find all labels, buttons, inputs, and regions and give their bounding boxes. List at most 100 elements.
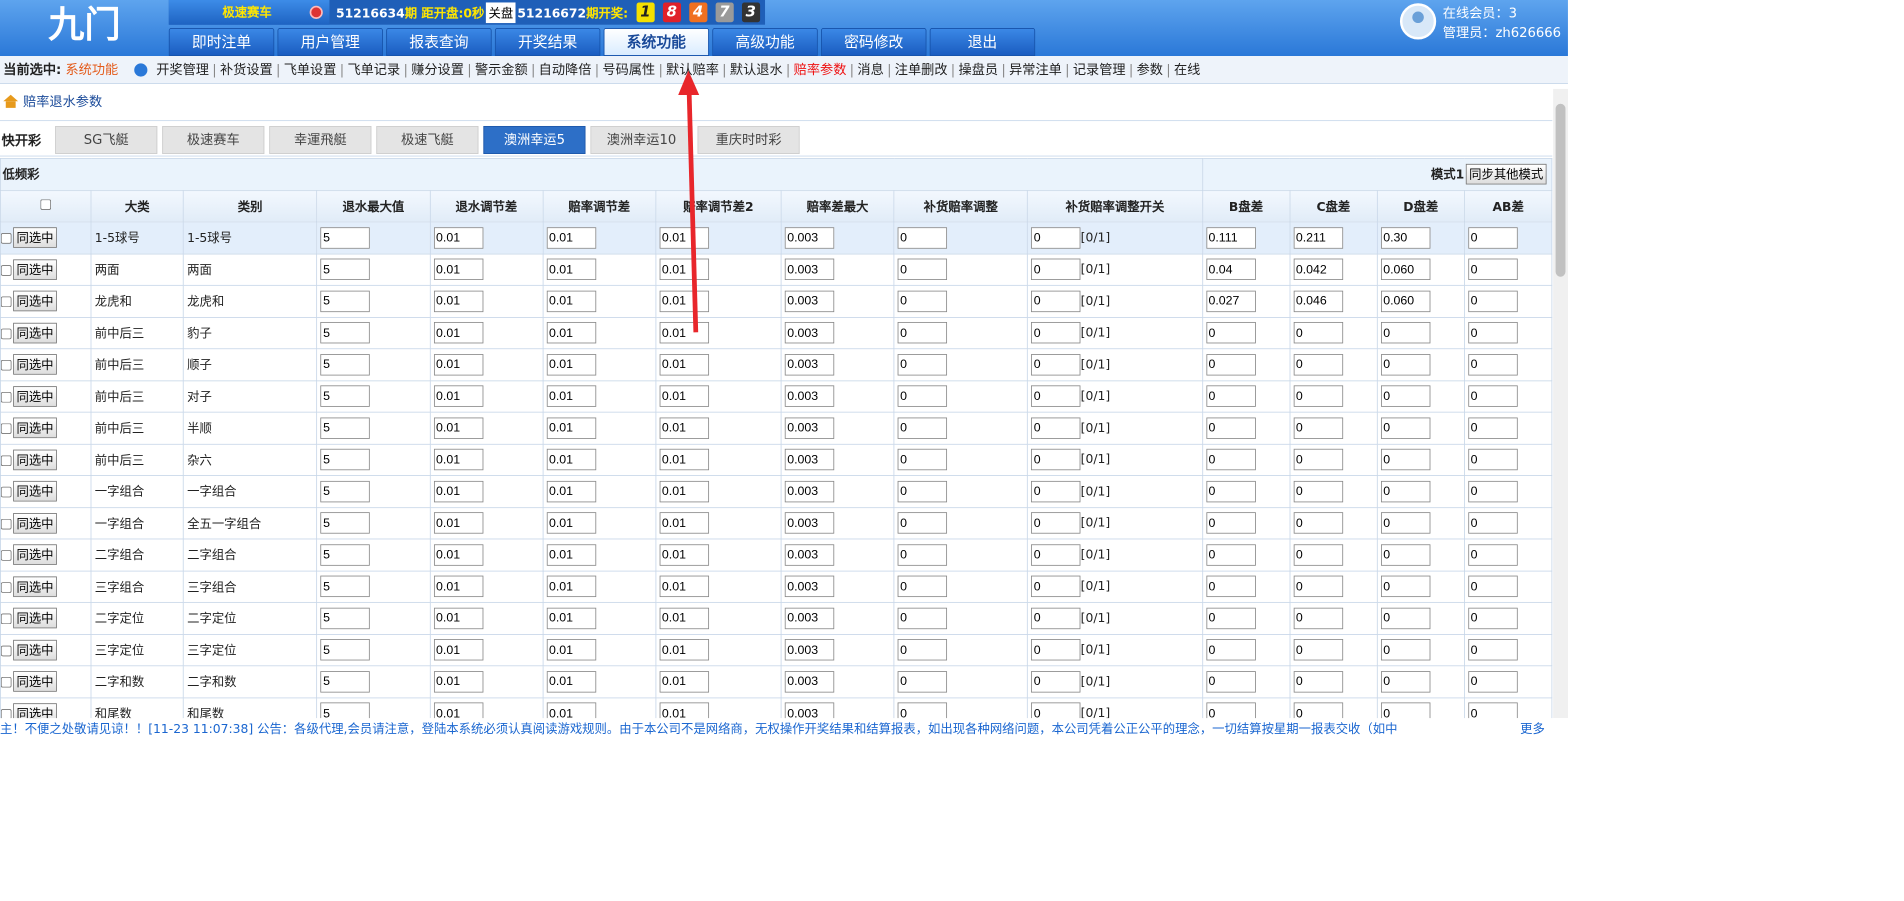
value-input[interactable] bbox=[784, 417, 835, 439]
same-select-button[interactable]: 同选中 bbox=[13, 576, 57, 597]
value-input[interactable] bbox=[320, 639, 371, 661]
value-input[interactable] bbox=[659, 670, 709, 693]
value-input[interactable] bbox=[1380, 290, 1431, 312]
value-input[interactable] bbox=[546, 670, 596, 693]
value-input[interactable] bbox=[1380, 575, 1431, 598]
value-input[interactable] bbox=[659, 417, 709, 439]
subnav-item[interactable]: 飞单记录 bbox=[347, 62, 400, 78]
value-input[interactable] bbox=[784, 258, 835, 281]
value-input[interactable] bbox=[784, 449, 835, 471]
row-checkbox[interactable] bbox=[1, 455, 12, 466]
value-input[interactable] bbox=[659, 227, 709, 249]
value-input[interactable] bbox=[433, 227, 483, 249]
value-input[interactable] bbox=[1206, 417, 1256, 439]
value-input[interactable] bbox=[1031, 544, 1081, 566]
value-input[interactable] bbox=[1031, 639, 1081, 661]
row-checkbox[interactable] bbox=[1, 645, 12, 657]
same-select-button[interactable]: 同选中 bbox=[13, 417, 57, 439]
same-select-button[interactable]: 同选中 bbox=[13, 544, 57, 566]
subnav-item[interactable]: 记录管理 bbox=[1073, 62, 1126, 78]
value-input[interactable] bbox=[433, 449, 483, 471]
value-input[interactable] bbox=[897, 512, 948, 534]
value-input[interactable] bbox=[1031, 322, 1081, 344]
value-input[interactable] bbox=[1293, 480, 1343, 503]
value-input[interactable] bbox=[1293, 385, 1343, 408]
value-input[interactable] bbox=[1206, 385, 1256, 408]
value-input[interactable] bbox=[897, 449, 948, 471]
value-input[interactable] bbox=[320, 575, 371, 598]
value-input[interactable] bbox=[546, 258, 596, 281]
value-input[interactable] bbox=[1380, 322, 1431, 344]
same-select-button[interactable]: 同选中 bbox=[13, 259, 57, 280]
value-input[interactable] bbox=[1468, 290, 1518, 312]
subnav-item[interactable]: 飞单设置 bbox=[284, 62, 337, 78]
vertical-scrollbar[interactable] bbox=[1553, 88, 1568, 719]
tab-3[interactable]: 开奖结果 bbox=[494, 27, 601, 56]
lottery-tab[interactable]: 重庆时时彩 bbox=[697, 125, 800, 154]
value-input[interactable] bbox=[784, 607, 835, 629]
value-input[interactable] bbox=[1031, 258, 1081, 281]
value-input[interactable] bbox=[1031, 480, 1081, 503]
value-input[interactable] bbox=[1380, 544, 1431, 566]
scrollbar-thumb[interactable] bbox=[1555, 103, 1566, 277]
value-input[interactable] bbox=[320, 417, 371, 439]
value-input[interactable] bbox=[784, 385, 835, 408]
same-select-button[interactable]: 同选中 bbox=[13, 449, 57, 471]
same-select-button[interactable]: 同选中 bbox=[13, 639, 57, 661]
value-input[interactable] bbox=[659, 449, 709, 471]
value-input[interactable] bbox=[433, 385, 483, 408]
value-input[interactable] bbox=[1468, 353, 1518, 376]
tab-6[interactable]: 密码修改 bbox=[821, 27, 927, 56]
value-input[interactable] bbox=[897, 670, 948, 693]
value-input[interactable] bbox=[659, 512, 709, 534]
value-input[interactable] bbox=[1031, 670, 1081, 693]
value-input[interactable] bbox=[1380, 449, 1431, 471]
subnav-item[interactable]: 补货设置 bbox=[220, 62, 273, 78]
same-select-button[interactable]: 同选中 bbox=[13, 290, 57, 312]
value-input[interactable] bbox=[1468, 258, 1518, 281]
value-input[interactable] bbox=[897, 353, 948, 376]
tab-5[interactable]: 高级功能 bbox=[712, 27, 818, 56]
value-input[interactable] bbox=[1293, 322, 1343, 344]
subnav-item[interactable]: 默认退水 bbox=[730, 62, 783, 78]
row-checkbox[interactable] bbox=[1, 550, 12, 562]
row-checkbox[interactable] bbox=[1, 233, 12, 244]
value-input[interactable] bbox=[1380, 607, 1431, 629]
value-input[interactable] bbox=[1293, 417, 1343, 439]
subnav-item[interactable]: 注单删改 bbox=[895, 62, 948, 78]
value-input[interactable] bbox=[1468, 385, 1518, 408]
value-input[interactable] bbox=[659, 258, 709, 281]
subnav-item[interactable]: 自动降倍 bbox=[539, 62, 592, 78]
value-input[interactable] bbox=[1380, 480, 1431, 503]
value-input[interactable] bbox=[546, 607, 596, 629]
value-input[interactable] bbox=[320, 607, 371, 629]
value-input[interactable] bbox=[1468, 449, 1518, 471]
value-input[interactable] bbox=[1380, 258, 1431, 281]
value-input[interactable] bbox=[1031, 290, 1081, 312]
tab-0[interactable]: 即时注单 bbox=[168, 27, 275, 56]
subnav-item[interactable]: 操盘员 bbox=[959, 62, 999, 78]
value-input[interactable] bbox=[1206, 353, 1256, 376]
subnav-item[interactable]: 参数 bbox=[1137, 62, 1163, 78]
lottery-tab[interactable]: SG飞艇 bbox=[55, 125, 158, 154]
value-input[interactable] bbox=[1293, 607, 1343, 629]
subnav-item[interactable]: 异常注单 bbox=[1009, 62, 1062, 78]
same-select-button[interactable]: 同选中 bbox=[13, 671, 57, 692]
value-input[interactable] bbox=[1468, 512, 1518, 534]
value-input[interactable] bbox=[546, 385, 596, 408]
subnav-item[interactable]: 消息 bbox=[857, 62, 883, 78]
same-select-button[interactable]: 同选中 bbox=[13, 227, 57, 249]
value-input[interactable] bbox=[320, 258, 371, 281]
value-input[interactable] bbox=[1468, 227, 1518, 249]
value-input[interactable] bbox=[546, 512, 596, 534]
same-select-button[interactable]: 同选中 bbox=[13, 386, 57, 407]
value-input[interactable] bbox=[1293, 353, 1343, 376]
value-input[interactable] bbox=[659, 290, 709, 312]
more-link[interactable]: 更多 bbox=[1513, 718, 1545, 740]
value-input[interactable] bbox=[897, 575, 948, 598]
row-checkbox[interactable] bbox=[1, 296, 12, 308]
value-input[interactable] bbox=[897, 385, 948, 408]
value-input[interactable] bbox=[897, 227, 948, 249]
value-input[interactable] bbox=[433, 353, 483, 376]
switch-game-icon[interactable] bbox=[309, 5, 323, 19]
